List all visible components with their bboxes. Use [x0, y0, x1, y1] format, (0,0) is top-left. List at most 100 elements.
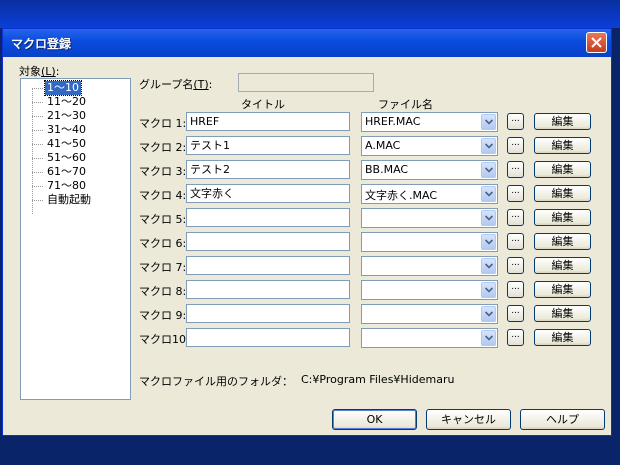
title-bar[interactable]: マクロ登録 — [3, 29, 611, 57]
title-column-header: タイトル — [241, 98, 285, 111]
macro-file-select[interactable] — [361, 208, 498, 228]
target-list[interactable]: 1～10 11～20 21～30 31～40 41～50 51～60 61～70… — [20, 78, 131, 400]
macro-edit-button[interactable]: 編集 — [534, 233, 591, 250]
macro-browse-button[interactable]: ... — [507, 185, 524, 202]
macro-row-label: マクロ 7: — [139, 261, 187, 274]
macro-file-value: BB.MAC — [365, 163, 409, 176]
macro-row-label: マクロ 6: — [139, 237, 187, 250]
cancel-button[interactable]: キャンセル — [426, 409, 511, 430]
macro-edit-button[interactable]: 編集 — [534, 137, 591, 154]
target-item-71-80[interactable]: 71～80 — [45, 179, 88, 193]
chevron-down-icon — [485, 191, 493, 197]
macro-browse-button[interactable]: ... — [507, 281, 524, 298]
chevron-down-icon — [485, 311, 493, 317]
macro-title-input[interactable]: テスト2 — [186, 160, 350, 179]
file-column-header: ファイル名 — [378, 98, 433, 111]
dropdown-arrow-button[interactable] — [481, 114, 496, 130]
ok-button[interactable]: OK — [332, 409, 417, 430]
macro-browse-button[interactable]: ... — [507, 329, 524, 346]
macro-title-input[interactable] — [186, 304, 350, 323]
macro-register-dialog: マクロ登録 対象(L): 1～10 11～20 21～30 31～40 41～5… — [2, 28, 612, 436]
macro-browse-button[interactable]: ... — [507, 113, 524, 130]
macro-file-select[interactable]: 文字赤く.MAC — [361, 184, 498, 204]
desktop-background-bottom — [0, 436, 620, 465]
close-button[interactable] — [586, 32, 607, 53]
macro-file-select[interactable] — [361, 280, 498, 300]
macro-file-value: HREF.MAC — [365, 115, 421, 128]
macro-edit-button[interactable]: 編集 — [534, 329, 591, 346]
target-item-41-50[interactable]: 41～50 — [45, 137, 88, 151]
macro-file-value: 文字赤く.MAC — [365, 189, 437, 202]
macro-row-label: マクロ 8: — [139, 285, 187, 298]
macro-browse-button[interactable]: ... — [507, 257, 524, 274]
target-item-61-70[interactable]: 61～70 — [45, 165, 88, 179]
macro-title-input[interactable] — [186, 232, 350, 251]
macro-edit-button[interactable]: 編集 — [534, 257, 591, 274]
tree-branch — [32, 144, 43, 146]
macro-row-label: マクロ10: — [139, 333, 190, 346]
macro-browse-button[interactable]: ... — [507, 233, 524, 250]
macro-file-select[interactable] — [361, 304, 498, 324]
macro-edit-button[interactable]: 編集 — [534, 113, 591, 130]
macro-file-select[interactable]: BB.MAC — [361, 160, 498, 180]
target-colon: : — [55, 65, 60, 78]
macro-row-label: マクロ 4: — [139, 189, 187, 202]
macro-title-input[interactable] — [186, 208, 350, 227]
chevron-down-icon — [485, 263, 493, 269]
macro-file-select[interactable] — [361, 328, 498, 348]
dropdown-arrow-button[interactable] — [481, 330, 496, 346]
macro-title-input[interactable] — [186, 280, 350, 299]
target-item-1-10[interactable]: 1～10 — [44, 80, 82, 96]
group-name-colon: : — [208, 78, 213, 91]
dropdown-arrow-button[interactable] — [481, 138, 496, 154]
macro-file-select[interactable]: A.MAC — [361, 136, 498, 156]
dropdown-arrow-button[interactable] — [481, 186, 496, 202]
macro-file-select[interactable]: HREF.MAC — [361, 112, 498, 132]
macro-folder-label: マクロファイル用のフォルダ： — [139, 375, 293, 388]
chevron-down-icon — [485, 119, 493, 125]
macro-row-label: マクロ 5: — [139, 213, 187, 226]
macro-title-input[interactable]: テスト1 — [186, 136, 350, 155]
macro-row-label: マクロ 2: — [139, 141, 187, 154]
dropdown-arrow-button[interactable] — [481, 210, 496, 226]
macro-browse-button[interactable]: ... — [507, 209, 524, 226]
macro-file-select[interactable] — [361, 256, 498, 276]
macro-browse-button[interactable]: ... — [507, 305, 524, 322]
dropdown-arrow-button[interactable] — [481, 306, 496, 322]
dropdown-arrow-button[interactable] — [481, 234, 496, 250]
macro-browse-button[interactable]: ... — [507, 161, 524, 178]
macro-title-input[interactable]: HREF — [186, 112, 350, 131]
group-name-field[interactable] — [238, 73, 374, 92]
target-item-11-20[interactable]: 11～20 — [45, 95, 88, 109]
dropdown-arrow-button[interactable] — [481, 162, 496, 178]
macro-edit-button[interactable]: 編集 — [534, 305, 591, 322]
close-icon — [591, 37, 602, 48]
chevron-down-icon — [485, 215, 493, 221]
dropdown-arrow-button[interactable] — [481, 282, 496, 298]
target-item-auto[interactable]: 自動起動 — [45, 193, 93, 207]
window-title: マクロ登録 — [11, 37, 72, 51]
macro-edit-button[interactable]: 編集 — [534, 281, 591, 298]
target-item-51-60[interactable]: 51～60 — [45, 151, 88, 165]
target-item-21-30[interactable]: 21～30 — [45, 109, 88, 123]
chevron-down-icon — [485, 239, 493, 245]
tree-branch — [32, 158, 43, 160]
macro-title-input[interactable] — [186, 256, 350, 275]
dropdown-arrow-button[interactable] — [481, 258, 496, 274]
macro-folder-path: C:¥Program Files¥Hidemaru — [301, 373, 455, 386]
tree-branch — [32, 130, 43, 132]
macro-title-input[interactable] — [186, 328, 350, 347]
macro-browse-button[interactable]: ... — [507, 137, 524, 154]
help-button[interactable]: ヘルプ — [520, 409, 605, 430]
macro-edit-button[interactable]: 編集 — [534, 209, 591, 226]
macro-edit-button[interactable]: 編集 — [534, 185, 591, 202]
macro-edit-button[interactable]: 編集 — [534, 161, 591, 178]
macro-file-select[interactable] — [361, 232, 498, 252]
macro-title-input[interactable]: 文字赤く — [186, 184, 350, 203]
tree-branch — [32, 186, 43, 188]
group-name-label-text: グループ名 — [139, 78, 194, 91]
chevron-down-icon — [485, 335, 493, 341]
macro-row-label: マクロ 3: — [139, 165, 187, 178]
target-item-31-40[interactable]: 31～40 — [45, 123, 88, 137]
macro-file-value: A.MAC — [365, 139, 401, 152]
